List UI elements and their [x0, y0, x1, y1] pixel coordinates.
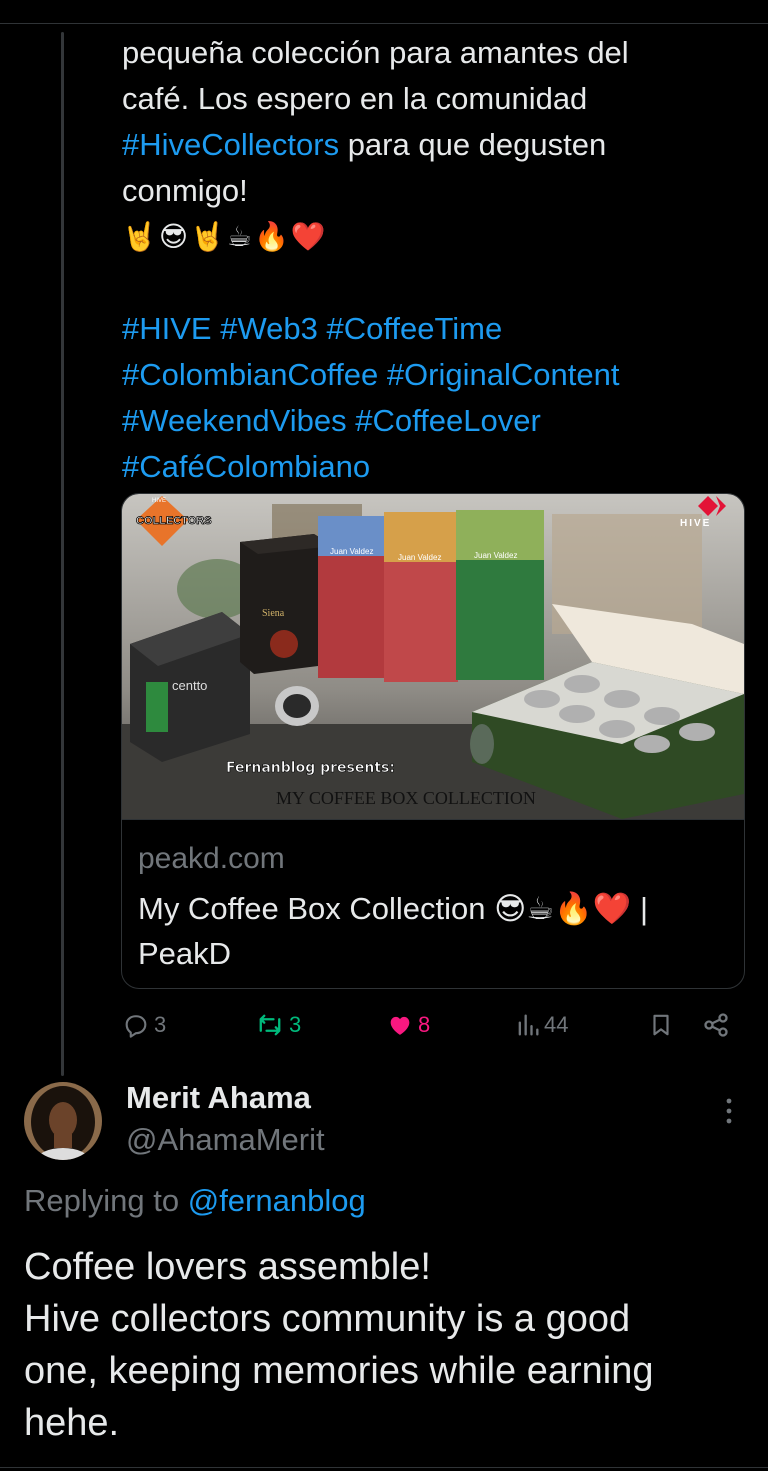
- like-icon: [386, 1011, 414, 1039]
- tweet-line-3-text: para que degusten: [339, 127, 607, 162]
- repost-count: 3: [289, 1012, 302, 1037]
- author-handle[interactable]: @AhamaMerit: [126, 1122, 325, 1158]
- replying-prefix: Replying to: [24, 1183, 188, 1218]
- hashtag-line-1[interactable]: #HIVE #Web3 #CoffeeTime: [122, 306, 742, 352]
- bookmark-icon: [648, 1011, 674, 1039]
- card-meta[interactable]: peakd.com My Coffee Box Collection 😎☕🔥❤️…: [122, 819, 744, 988]
- hashtag-line-4[interactable]: #CaféColombiano: [122, 444, 742, 490]
- jv-label-3: Juan Valdez: [474, 551, 517, 560]
- badge-hive-small: HIVE: [152, 498, 166, 504]
- reply-line-3: one, keeping memories while earning: [24, 1350, 654, 1392]
- bottom-divider: [0, 1467, 768, 1468]
- link-preview-card[interactable]: centto Siena Juan Valdez Juan Valdez Jua…: [121, 493, 745, 989]
- collectors-badge: COLLECTORS: [136, 515, 212, 527]
- jv-label-1: Juan Valdez: [330, 547, 373, 556]
- emoji-line: 🤘😎🤘☕🔥❤️: [122, 221, 328, 252]
- views-count: 44: [544, 1012, 569, 1037]
- reply-button[interactable]: 3: [122, 1005, 166, 1045]
- hive-badge: HIVE: [680, 518, 711, 529]
- like-button[interactable]: 8: [386, 1005, 430, 1045]
- siena-label: Siena: [262, 608, 285, 619]
- reply-count: 3: [154, 1012, 167, 1037]
- card-title-line-2: PeakD: [138, 936, 232, 971]
- views-icon: [516, 1011, 540, 1039]
- card-title-line-1: My Coffee Box Collection 😎☕🔥❤️ |: [138, 891, 649, 926]
- bookmark-button[interactable]: [648, 1005, 674, 1045]
- share-icon: [702, 1011, 730, 1039]
- coffee-boxes-photo: centto Siena Juan Valdez Juan Valdez Jua…: [122, 494, 744, 819]
- tweet-actions: 3 3 8 44: [122, 1005, 742, 1045]
- like-count: 8: [418, 1012, 431, 1037]
- hashtag-line-3[interactable]: #WeekendVibes #CoffeeLover: [122, 398, 742, 444]
- tweet-line-3: #HiveCollectors para que degusten: [122, 122, 742, 168]
- tweet-line-1: pequeña colección para amantes del: [122, 35, 629, 70]
- replying-to: Replying to @fernanblog: [24, 1183, 366, 1219]
- overlay-title: Fernanblog presents:: [226, 760, 395, 776]
- tweet-line-4: conmigo!: [122, 173, 248, 208]
- reply-line-2: Hive collectors community is a good: [24, 1298, 631, 1340]
- jv-label-2: Juan Valdez: [398, 553, 441, 562]
- card-domain: peakd.com: [138, 842, 285, 875]
- reply-line-4: hehe.: [24, 1402, 120, 1444]
- replying-to-handle[interactable]: @fernanblog: [188, 1183, 366, 1218]
- card-title: My Coffee Box Collection 😎☕🔥❤️ | PeakD: [138, 886, 734, 976]
- overlay-subtitle: MY COFFEE BOX COLLECTION: [276, 788, 536, 808]
- author-name[interactable]: Merit Ahama: [126, 1080, 311, 1116]
- views-button[interactable]: 44: [516, 1005, 568, 1045]
- hashtag-hivecollectors[interactable]: #HiveCollectors: [122, 127, 339, 162]
- avatar[interactable]: [24, 1082, 102, 1160]
- thread-connector: [61, 32, 64, 1076]
- card-image[interactable]: centto Siena Juan Valdez Juan Valdez Jua…: [122, 494, 744, 819]
- repost-icon: [255, 1011, 285, 1039]
- reply-icon: [122, 1011, 150, 1039]
- top-divider: [0, 23, 768, 24]
- more-icon[interactable]: [722, 1096, 736, 1126]
- tweet-line-2: café. Los espero en la comunidad: [122, 81, 588, 116]
- share-button[interactable]: [702, 1005, 730, 1045]
- hashtag-line-2[interactable]: #ColombianCoffee #OriginalContent: [122, 352, 742, 398]
- tweet-body: pequeña colección para amantes del café.…: [122, 30, 742, 490]
- reply-body: Coffee lovers assemble! Hive collectors …: [24, 1241, 744, 1449]
- centto-label: centto: [172, 678, 207, 693]
- reply-line-1: Coffee lovers assemble!: [24, 1246, 431, 1288]
- repost-button[interactable]: 3: [255, 1005, 301, 1045]
